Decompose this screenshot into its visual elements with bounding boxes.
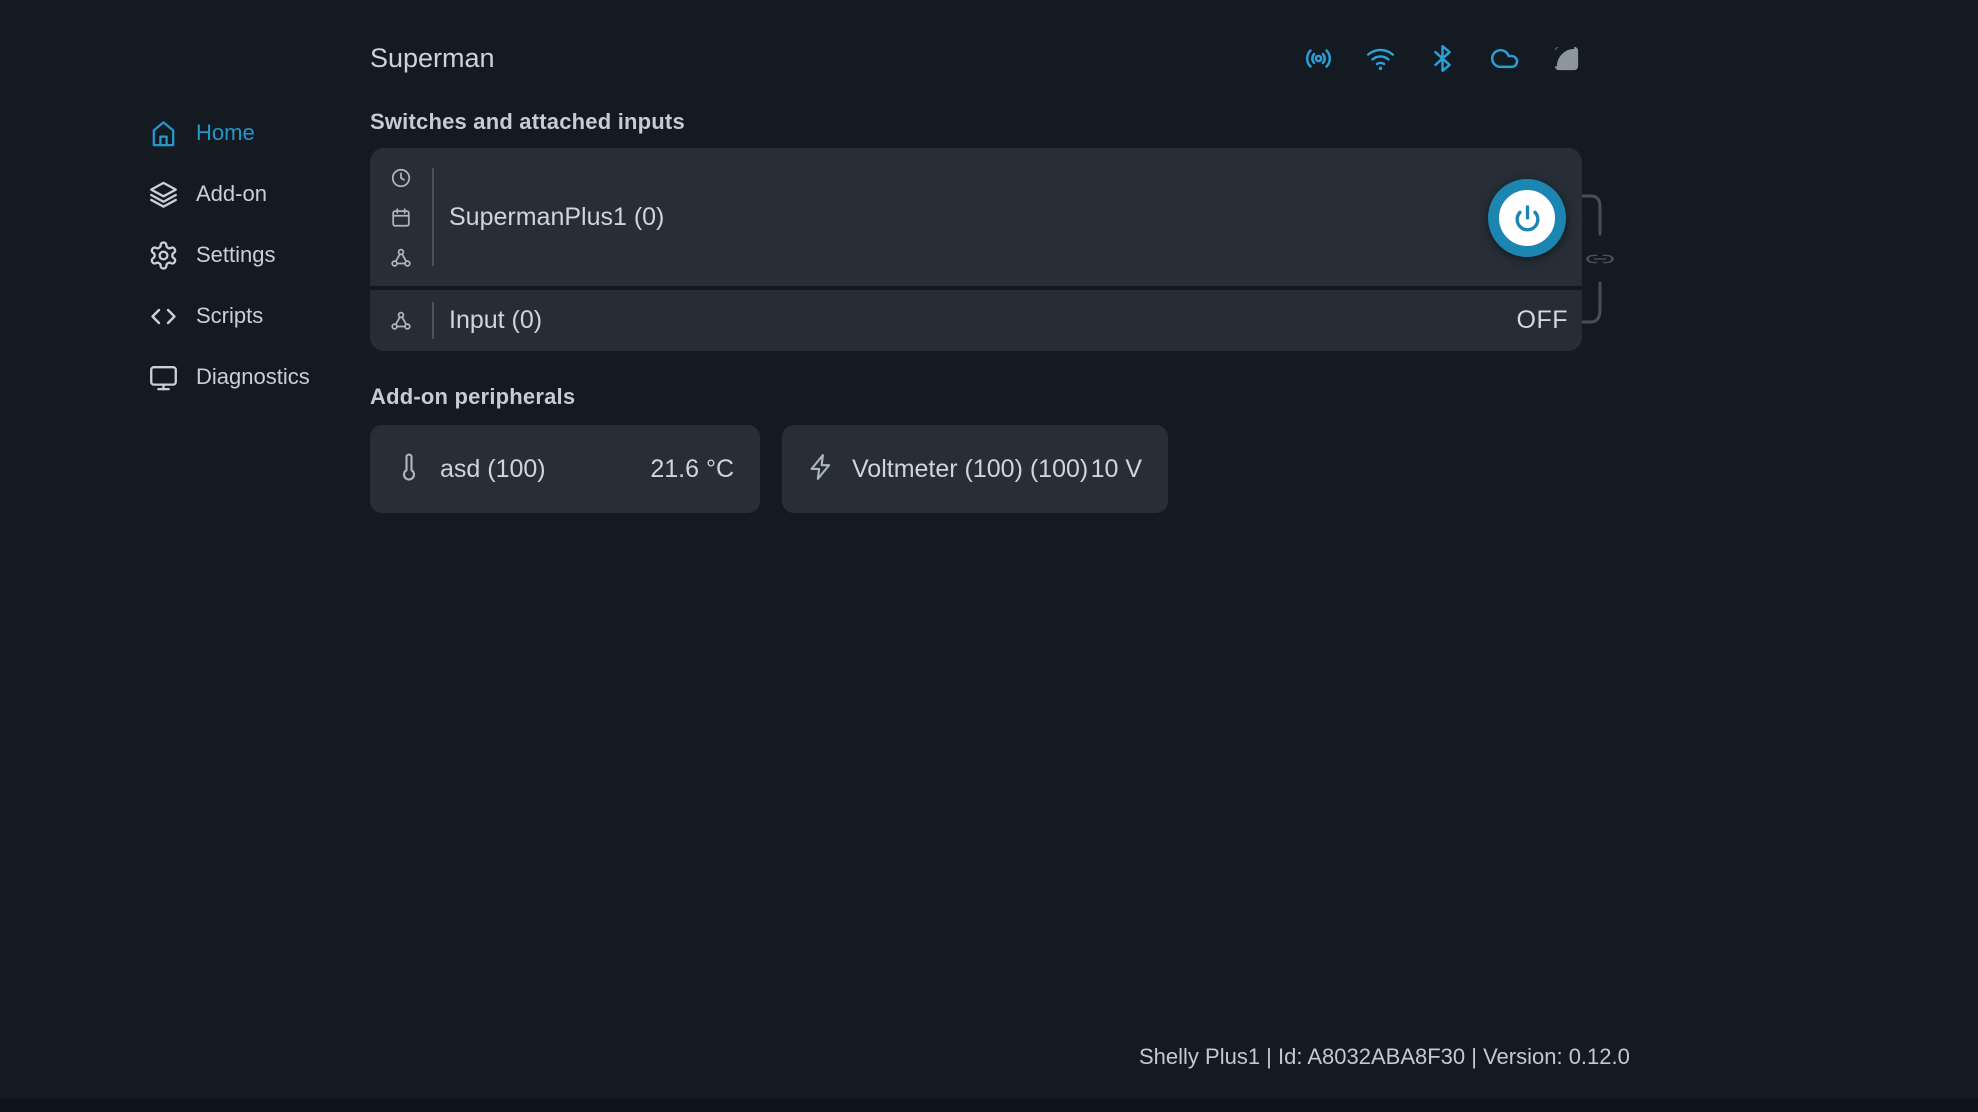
- link-icon: [1588, 255, 1613, 262]
- peripheral-row: asd (100) 21.6 °C Voltmeter (100) (100) …: [370, 425, 1582, 513]
- sidebar-item-addon[interactable]: Add-on: [0, 172, 370, 216]
- access-point-icon: [1303, 43, 1334, 74]
- peripheral-card-temperature[interactable]: asd (100) 21.6 °C: [370, 425, 760, 513]
- calendar-icon: [390, 207, 412, 229]
- home-icon: [148, 118, 179, 149]
- input-label: Input (0): [449, 306, 1517, 335]
- switch-row[interactable]: SupermanPlus1 (0): [370, 148, 1582, 286]
- input-indicator-cell: [370, 310, 432, 332]
- layers-icon: [148, 179, 179, 210]
- sidebar-item-home[interactable]: Home: [0, 111, 370, 155]
- sidebar-item-scripts[interactable]: Scripts: [0, 294, 370, 338]
- thermometer-icon: [394, 452, 424, 486]
- power-toggle-button[interactable]: [1488, 179, 1566, 257]
- switch-card: SupermanPlus1 (0): [370, 148, 1582, 351]
- bluetooth-icon: [1427, 43, 1458, 74]
- switch-input-link-bracket: [1582, 189, 1624, 331]
- peripheral-value: 10 V: [1091, 455, 1142, 484]
- sidebar-item-label: Diagnostics: [196, 364, 310, 390]
- input-row[interactable]: Input (0) OFF: [370, 290, 1582, 351]
- sidebar: Home Add-on Settings Scripts: [0, 0, 370, 1112]
- peripheral-value: 21.6 °C: [650, 455, 734, 484]
- peripheral-card-voltmeter[interactable]: Voltmeter (100) (100) 10 V: [782, 425, 1168, 513]
- monitor-icon: [148, 362, 179, 393]
- peripherals-section-heading: Add-on peripherals: [370, 384, 1582, 410]
- power-icon: [1512, 203, 1543, 234]
- sidebar-item-label: Home: [196, 120, 255, 146]
- switch-indicator-column: [370, 148, 432, 286]
- cloud-icon: [1489, 43, 1520, 74]
- row-divider: [432, 168, 434, 266]
- sidebar-item-diagnostics[interactable]: Diagnostics: [0, 355, 370, 399]
- gear-icon: [148, 240, 179, 271]
- peripheral-label: asd (100): [440, 455, 546, 484]
- wifi-icon: [1365, 43, 1396, 74]
- switches-section-heading: Switches and attached inputs: [370, 109, 1582, 135]
- switch-group: SupermanPlus1 (0): [370, 148, 1582, 351]
- webhook-icon: [390, 310, 412, 332]
- sidebar-item-label: Settings: [196, 242, 276, 268]
- bottom-edge: [0, 1098, 1978, 1112]
- row-divider: [432, 302, 434, 339]
- device-info-footer: Shelly Plus1 | Id: A8032ABA8F30 | Versio…: [1139, 1044, 1630, 1070]
- clock-icon: [390, 167, 412, 189]
- webhook-icon: [390, 247, 412, 269]
- input-state-badge: OFF: [1517, 306, 1569, 335]
- status-icon-bar: [1303, 43, 1582, 74]
- sidebar-item-settings[interactable]: Settings: [0, 233, 370, 277]
- main-content: Superman: [370, 0, 1582, 513]
- code-icon: [148, 301, 179, 332]
- sidebar-item-label: Add-on: [196, 181, 267, 207]
- peripheral-label: Voltmeter (100) (100): [852, 455, 1088, 484]
- mqtt-icon: [1551, 43, 1582, 74]
- switch-label: SupermanPlus1 (0): [449, 203, 664, 232]
- page-header: Superman: [370, 40, 1582, 76]
- bolt-icon: [806, 452, 836, 486]
- sidebar-item-label: Scripts: [196, 303, 263, 329]
- device-name-title: Superman: [370, 43, 495, 74]
